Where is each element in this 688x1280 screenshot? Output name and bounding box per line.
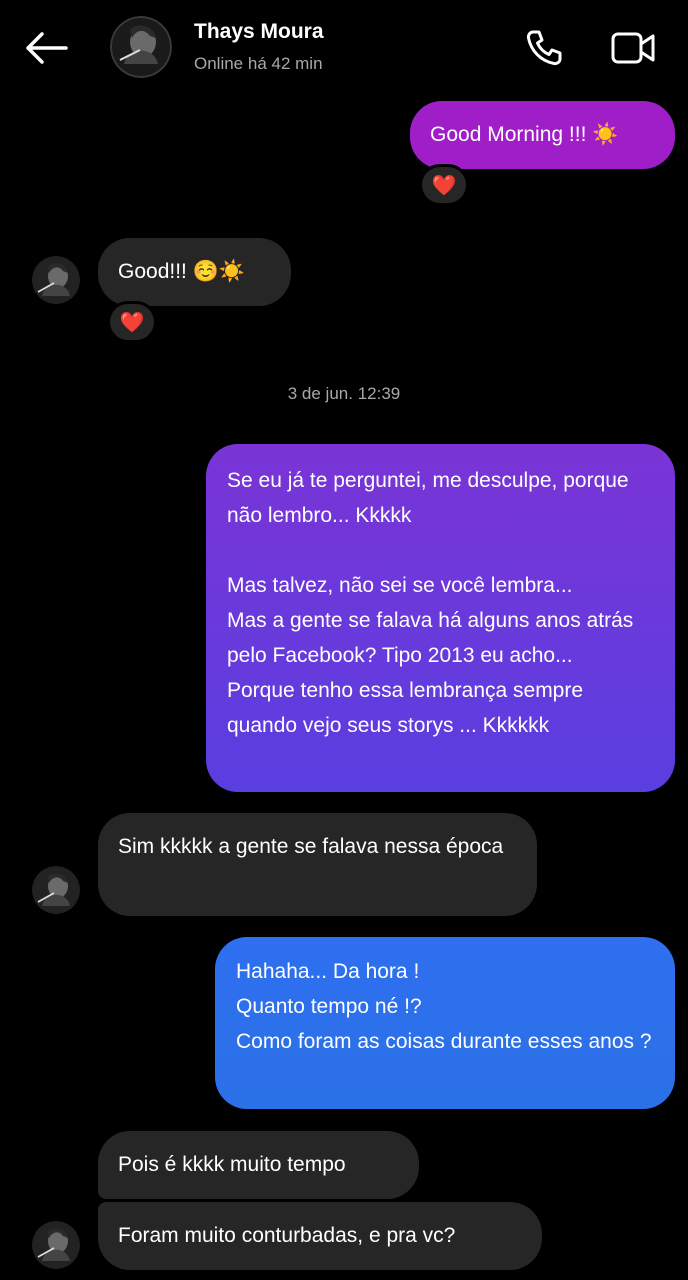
message-text: Hahaha... Da hora ! Quanto tempo né !? C… — [236, 960, 652, 1053]
contact-avatar-small[interactable] — [32, 866, 80, 914]
contact-avatar-small[interactable] — [32, 256, 80, 304]
chat-header: Thays Moura Online há 42 min — [0, 0, 688, 96]
message-sent[interactable]: Se eu já te perguntei, me desculpe, porq… — [206, 444, 675, 792]
message-text: Good Morning !!! ☀️ — [430, 123, 619, 146]
online-status: Online há 42 min — [194, 54, 323, 73]
contact-avatar-small[interactable] — [32, 1221, 80, 1269]
message-received[interactable]: Pois é kkkk muito tempo — [98, 1131, 419, 1199]
contact-name[interactable]: Thays Moura — [194, 20, 324, 44]
message-sent[interactable]: Hahaha... Da hora ! Quanto tempo né !? C… — [215, 937, 675, 1109]
phone-icon — [526, 30, 562, 66]
message-sent[interactable]: Good Morning !!! ☀️ — [410, 101, 675, 169]
video-call-button[interactable] — [606, 24, 660, 72]
message-text: Sim kkkkk a gente se falava nessa época — [118, 835, 504, 858]
contact-avatar[interactable] — [110, 16, 172, 78]
heart-reaction[interactable]: ❤️ — [419, 164, 469, 206]
heart-reaction[interactable]: ❤️ — [107, 301, 157, 343]
message-received[interactable]: Foram muito conturbadas, e pra vc? — [98, 1202, 542, 1270]
back-button[interactable] — [22, 26, 70, 70]
message-timestamp: 3 de jun. 12:39 — [287, 384, 401, 403]
message-received[interactable]: Sim kkkkk a gente se falava nessa época — [98, 813, 537, 916]
voice-call-button[interactable] — [520, 24, 568, 72]
video-camera-icon — [611, 32, 655, 64]
message-text: Se eu já te perguntei, me desculpe, porq… — [227, 469, 634, 737]
arrow-left-icon — [26, 32, 68, 64]
message-text: Foram muito conturbadas, e pra vc? — [118, 1224, 456, 1247]
heart-icon: ❤️ — [431, 174, 457, 197]
heart-icon: ❤️ — [119, 311, 145, 334]
message-text: Pois é kkkk muito tempo — [118, 1153, 346, 1176]
message-received[interactable]: Good!!! ☺️☀️ — [98, 238, 291, 306]
message-text: Good!!! ☺️☀️ — [118, 260, 246, 283]
